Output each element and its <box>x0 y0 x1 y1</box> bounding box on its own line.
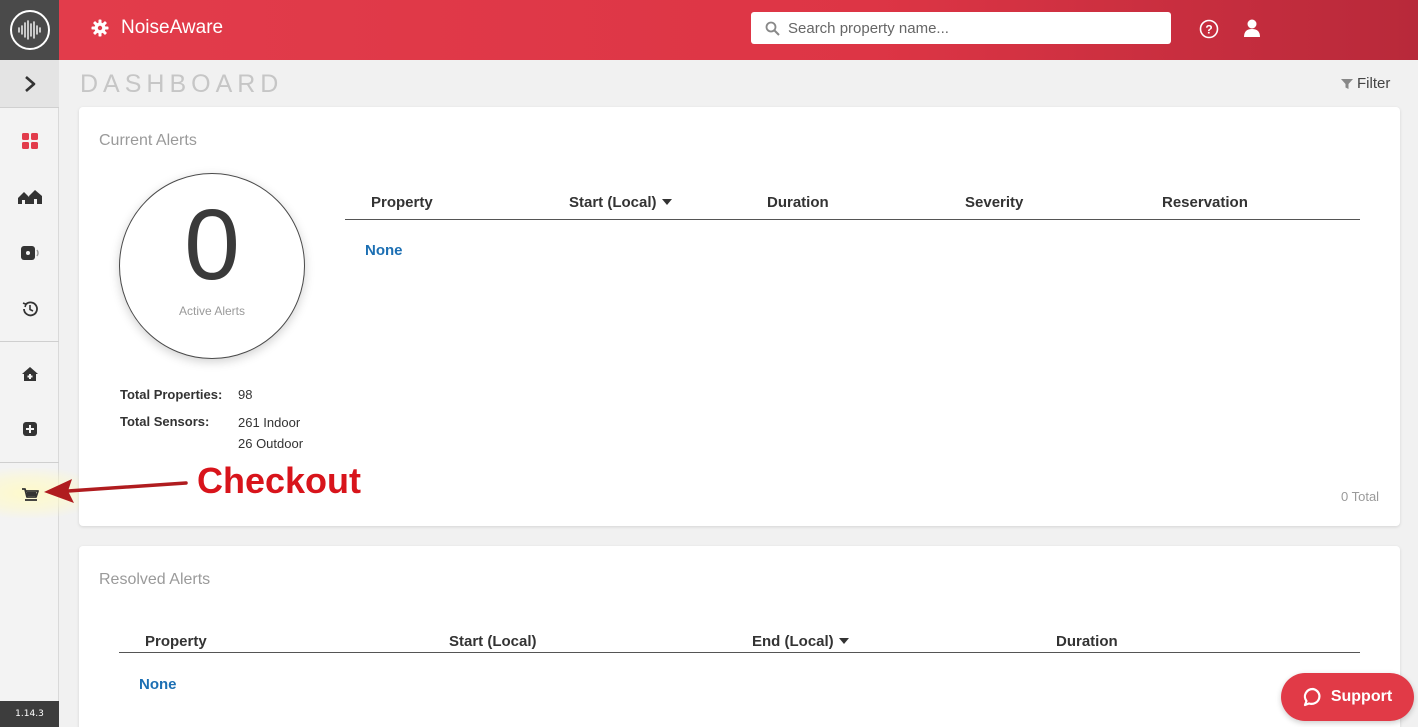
brand-name: NoiseAware <box>121 17 224 38</box>
properties-icon <box>17 190 42 204</box>
search-box[interactable] <box>751 12 1171 44</box>
history-icon <box>22 301 38 317</box>
chat-bubble-icon <box>1303 687 1321 707</box>
sort-desc-icon <box>661 199 672 205</box>
current-alerts-total: 0 Total <box>1341 489 1380 504</box>
sidebar-expand-button[interactable] <box>0 60 59 108</box>
search-input[interactable] <box>788 19 1168 37</box>
column-header-start-local[interactable]: Start (Local) <box>569 194 672 211</box>
help-button[interactable]: ? <box>1199 19 1219 44</box>
column-header-end-local[interactable]: End (Local) <box>752 633 849 650</box>
sidebar-item-sensors[interactable] <box>0 233 59 273</box>
sidebar-divider <box>0 462 59 463</box>
add-property-icon <box>21 367 38 381</box>
total-sensors-label: Total Sensors: <box>120 414 210 429</box>
gear-icon <box>91 19 109 37</box>
filter-label: Filter <box>1357 75 1391 92</box>
support-button[interactable]: Support <box>1281 673 1414 721</box>
annotation-label: Checkout <box>197 460 362 501</box>
brand[interactable]: NoiseAware <box>91 17 223 39</box>
sidebar-item-dashboard[interactable] <box>0 121 59 161</box>
active-alerts-count: 0 <box>184 189 240 301</box>
user-menu-button[interactable] <box>1242 18 1262 43</box>
sidebar-divider <box>0 341 59 342</box>
current-alerts-title: Current Alerts <box>99 132 197 149</box>
search-icon <box>765 21 780 36</box>
cart-icon <box>21 488 39 501</box>
table-header-divider <box>119 652 1360 653</box>
active-alerts-label: Active Alerts <box>178 304 246 318</box>
sensors-indoor-value: 261 Indoor <box>238 415 301 430</box>
sensor-icon <box>20 246 39 260</box>
column-header-property[interactable]: Property <box>371 194 433 211</box>
sort-desc-icon <box>838 638 849 644</box>
dashboard-grid-icon <box>21 133 38 149</box>
filter-icon <box>1341 78 1353 89</box>
sidebar-item-properties[interactable] <box>0 177 59 217</box>
sidebar-item-add-property[interactable] <box>0 354 59 394</box>
sensors-outdoor-value: 26 Outdoor <box>238 436 304 451</box>
sidebar-item-add-sensor[interactable] <box>0 409 59 449</box>
column-header-duration[interactable]: Duration <box>767 194 829 211</box>
resolved-alerts-card: Resolved Alerts Property Start (Local) E… <box>79 546 1400 727</box>
chevron-right-icon <box>24 75 35 92</box>
current-alerts-empty[interactable]: None <box>365 242 403 259</box>
resolved-alerts-empty[interactable]: None <box>139 676 177 693</box>
app-logo[interactable] <box>0 0 59 60</box>
total-properties-label: Total Properties: <box>120 387 223 402</box>
column-header-duration[interactable]: Duration <box>1056 633 1118 650</box>
top-header: NoiseAware ? <box>59 0 1418 60</box>
app-version: 1.14.3 <box>0 701 59 727</box>
user-icon <box>1244 19 1260 37</box>
resolved-alerts-title: Resolved Alerts <box>99 571 211 588</box>
svg-text:?: ? <box>1205 23 1212 37</box>
table-header-divider <box>345 219 1360 220</box>
help-circle-icon: ? <box>1199 19 1219 39</box>
sidebar-item-history[interactable] <box>0 289 59 329</box>
column-header-severity[interactable]: Severity <box>965 194 1023 211</box>
column-header-reservation[interactable]: Reservation <box>1162 194 1248 211</box>
add-sensor-icon <box>22 422 37 436</box>
soundwave-logo-icon <box>9 10 50 50</box>
page-title: DASHBOARD <box>80 70 284 98</box>
sidebar: 1.14.3 <box>0 0 100 727</box>
column-header-start-local[interactable]: Start (Local) <box>449 633 537 650</box>
column-header-property[interactable]: Property <box>145 633 207 650</box>
filter-button[interactable]: Filter <box>1341 75 1390 92</box>
annotation-arrow-icon <box>44 479 188 503</box>
active-alerts-counter: 0 Active Alerts <box>119 173 305 359</box>
total-properties-value: 98 <box>238 387 253 402</box>
support-label: Support <box>1330 688 1393 705</box>
